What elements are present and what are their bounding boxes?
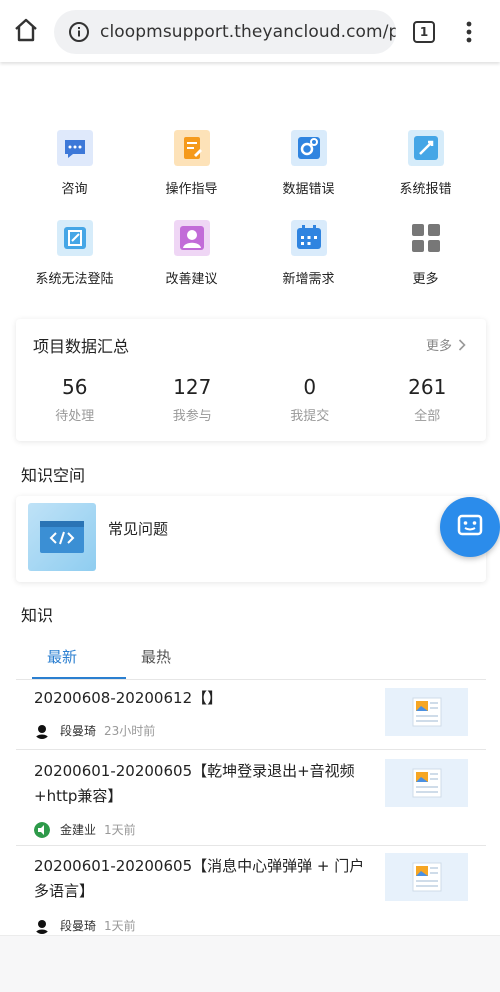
knowledge-title: 知识 xyxy=(21,606,54,625)
avatar xyxy=(34,722,50,739)
stat-value: 0 xyxy=(303,375,317,399)
service-grid: 咨询 操作指导 数据错误 系统报错 系统无法登陆 改善建议 新增需求 更多 xyxy=(0,126,500,306)
stat-label: 我提交 xyxy=(290,409,330,424)
author-name: 段曼琦 xyxy=(60,919,97,933)
knowledge-item-meta: 段曼琦 1天前 xyxy=(34,917,136,934)
project-summary-card: 项目数据汇总 更多 56 待处理 127 我参与 0 我提交 261 全部 xyxy=(16,319,486,441)
grid-item-guide[interactable]: 操作指导 xyxy=(133,126,250,216)
support-chat-fab[interactable] xyxy=(440,497,500,557)
stat-value: 56 xyxy=(62,375,88,399)
grid-item-data-error[interactable]: 数据错误 xyxy=(250,126,367,216)
login-issue-icon xyxy=(56,220,93,256)
grid-label: 咨询 xyxy=(61,182,88,197)
address-bar[interactable]: cloopmsupport.theyancloud.com/por xyxy=(54,10,396,54)
list-item[interactable]: 20200608-20200612【】 段曼琦 23小时前 xyxy=(16,680,486,750)
grid-label: 数据错误 xyxy=(282,182,335,197)
active-tab-indicator xyxy=(32,677,126,679)
overflow-menu-icon[interactable] xyxy=(462,18,476,46)
more-grid-icon xyxy=(411,224,440,252)
post-time: 1天前 xyxy=(104,823,136,837)
code-window-icon xyxy=(40,521,84,553)
image-doc-icon xyxy=(412,697,442,727)
grid-label: 改善建议 xyxy=(165,272,218,287)
list-item[interactable]: 20200601-20200605【消息中心弹弹弹 + 门户多语言】 段曼琦 1… xyxy=(16,846,486,946)
stat-value: 261 xyxy=(408,375,447,399)
knowledge-thumbnail xyxy=(385,759,468,807)
bottom-bar xyxy=(0,935,500,992)
grid-item-login-issue[interactable]: 系统无法登陆 xyxy=(16,216,133,306)
post-time: 1天前 xyxy=(104,919,136,933)
grid-item-suggestion[interactable]: 改善建议 xyxy=(133,216,250,306)
summary-stats: 56 待处理 127 我参与 0 我提交 261 全部 xyxy=(16,375,486,424)
robot-face-icon xyxy=(457,514,483,536)
image-doc-icon xyxy=(412,862,442,892)
stat-pending[interactable]: 56 待处理 xyxy=(16,375,134,424)
chevron-right-icon xyxy=(458,338,466,351)
summary-more-label: 更多 xyxy=(425,339,452,354)
stat-value: 127 xyxy=(173,375,212,399)
grid-item-more[interactable]: 更多 xyxy=(367,216,484,306)
list-item[interactable]: 20200601-20200605【乾坤登录退出+音视频+http兼容】 金建业… xyxy=(16,750,486,846)
knowledge-item-title: 20200601-20200605【乾坤登录退出+音视频+http兼容】 xyxy=(34,762,355,805)
stat-label: 待处理 xyxy=(55,409,95,424)
url-text: cloopmsupport.theyancloud.com/por xyxy=(100,22,396,42)
knowledge-thumbnail xyxy=(385,688,468,736)
author-name: 金建业 xyxy=(60,823,97,837)
info-icon[interactable] xyxy=(68,21,90,43)
knowledge-space-card[interactable]: 常见问题 xyxy=(16,496,486,582)
grid-label: 新增需求 xyxy=(282,272,335,287)
stat-all[interactable]: 261 全部 xyxy=(369,375,487,424)
post-time: 23小时前 xyxy=(104,724,156,738)
knowledge-tabs: 最新 最热 xyxy=(16,640,486,680)
summary-more-link[interactable]: 更多 xyxy=(426,335,466,354)
home-icon[interactable] xyxy=(10,14,42,46)
faq-thumbnail xyxy=(28,503,96,571)
guide-icon xyxy=(173,130,210,166)
system-error-icon xyxy=(407,130,444,166)
faq-label: 常见问题 xyxy=(108,520,169,538)
knowledge-thumbnail xyxy=(385,853,468,901)
knowledge-item-meta: 段曼琦 23小时前 xyxy=(34,722,155,739)
calendar-icon xyxy=(290,220,327,256)
grid-label: 系统无法登陆 xyxy=(35,272,114,287)
author-name: 段曼琦 xyxy=(60,724,97,738)
stat-label: 全部 xyxy=(414,409,441,424)
knowledge-list: 20200608-20200612【】 段曼琦 23小时前 20200601-2… xyxy=(16,680,486,946)
knowledge-space-title: 知识空间 xyxy=(21,466,86,485)
browser-toolbar: cloopmsupport.theyancloud.com/por 1 xyxy=(0,0,500,62)
tab-switcher-button[interactable]: 1 xyxy=(413,21,435,43)
image-doc-icon xyxy=(412,768,442,798)
knowledge-item-meta: 金建业 1天前 xyxy=(34,821,136,838)
tab-hottest[interactable]: 最热 xyxy=(141,646,171,667)
avatar xyxy=(34,821,50,838)
tab-latest[interactable]: 最新 xyxy=(47,646,77,667)
grid-item-system-error[interactable]: 系统报错 xyxy=(367,126,484,216)
grid-label: 更多 xyxy=(412,272,439,287)
data-error-icon xyxy=(290,130,327,166)
knowledge-item-title: 20200608-20200612【】 xyxy=(34,689,223,707)
grid-item-new-request[interactable]: 新增需求 xyxy=(250,216,367,306)
grid-label: 操作指导 xyxy=(165,182,218,197)
stat-participated[interactable]: 127 我参与 xyxy=(134,375,252,424)
grid-item-consult[interactable]: 咨询 xyxy=(16,126,133,216)
chat-icon xyxy=(56,130,93,166)
knowledge-item-title: 20200601-20200605【消息中心弹弹弹 + 门户多语言】 xyxy=(34,857,365,900)
grid-label: 系统报错 xyxy=(399,182,452,197)
stat-label: 我参与 xyxy=(172,409,212,424)
stat-submitted[interactable]: 0 我提交 xyxy=(251,375,369,424)
summary-title: 项目数据汇总 xyxy=(33,337,130,356)
suggestion-icon xyxy=(173,220,210,256)
avatar xyxy=(34,917,50,934)
